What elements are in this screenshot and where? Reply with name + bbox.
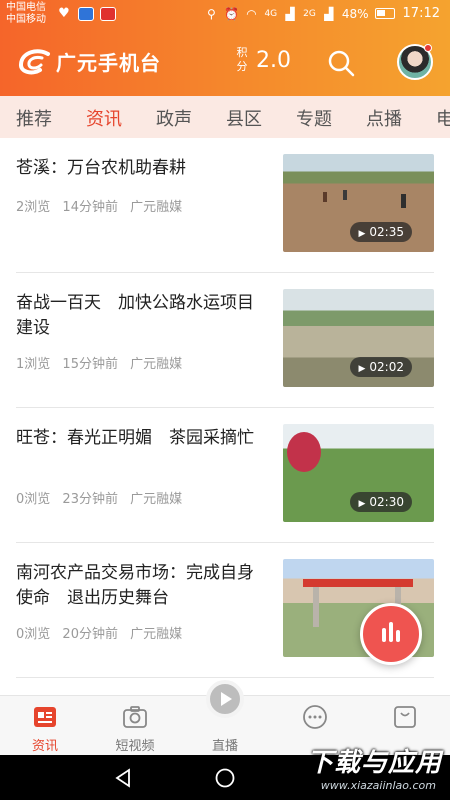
app-notification-icon — [78, 7, 94, 21]
view-count: 0浏览 — [16, 627, 51, 642]
heart-icon: ♥ — [58, 6, 70, 21]
notification-icons: ♥ — [56, 7, 116, 21]
news-source: 广元融媒 — [130, 357, 183, 372]
tab-vod[interactable]: 点播 — [366, 105, 402, 131]
location-icon: ⚲ — [207, 6, 216, 21]
tab-recommend[interactable]: 推荐 — [16, 105, 52, 131]
chat-icon — [303, 705, 327, 729]
video-thumbnail[interactable]: 02:30 — [283, 424, 434, 522]
view-count: 0浏览 — [16, 492, 51, 507]
app-header: 广元手机台 积分 2.0 — [0, 30, 450, 96]
audio-wave-icon — [382, 622, 400, 642]
news-meta: 2浏览 14分钟前 广元融媒 — [16, 196, 190, 215]
tab-tv[interactable]: 电 — [436, 105, 450, 131]
nav-short-video[interactable]: 短视频 — [90, 696, 180, 756]
publish-time: 14分钟前 — [62, 200, 118, 215]
news-meta: 0浏览 23分钟前 广元融媒 — [16, 488, 190, 507]
app-name: 广元手机台 — [56, 51, 161, 75]
news-meta: 0浏览 20分钟前 广元融媒 — [16, 623, 190, 642]
publish-time: 15分钟前 — [62, 357, 118, 372]
news-title: 南河农产品交易市场：完成自身使命 退出历史舞台 — [16, 563, 254, 608]
video-duration: 02:02 — [350, 357, 412, 377]
publish-time: 20分钟前 — [62, 627, 118, 642]
camera-icon — [123, 706, 147, 728]
points-display[interactable]: 积分 2.0 — [236, 46, 292, 74]
publish-time: 23分钟前 — [62, 492, 118, 507]
status-bar: 中国电信 中国移动 ♥ ⚲ ⏰ ◠ 4G ▟ 2G ▟ 48% 17:12 — [0, 0, 450, 30]
news-meta: 1浏览 15分钟前 广元融媒 — [16, 353, 190, 372]
tab-news[interactable]: 资讯 — [86, 105, 122, 131]
signal-icon: ▟ — [285, 6, 295, 21]
home-icon[interactable] — [214, 767, 236, 789]
list-item[interactable]: 奋战一百天 加快公路水运项目建设 1浏览 15分钟前 广元融媒 02:02 — [16, 273, 434, 408]
carrier-2: 中国移动 — [6, 14, 46, 25]
wifi-icon: ◠ — [246, 6, 257, 21]
notification-dot — [424, 44, 432, 52]
video-thumbnail[interactable]: 02:02 — [283, 289, 434, 387]
news-icon — [34, 707, 56, 727]
app-logo: 广元手机台 — [18, 47, 161, 76]
watermark-text: 下载与应用 — [306, 748, 442, 778]
back-icon[interactable] — [112, 767, 134, 789]
video-thumbnail[interactable]: 02:35 — [283, 154, 434, 252]
news-source: 广元融媒 — [130, 200, 183, 215]
tab-politics[interactable]: 政声 — [156, 105, 192, 131]
tab-county[interactable]: 县区 — [226, 105, 262, 131]
audio-float-button[interactable] — [360, 603, 422, 665]
nav-news[interactable]: 资讯 — [0, 696, 90, 756]
battery-icon — [374, 8, 395, 19]
nav-label: 直播 — [211, 739, 238, 754]
logo-icon — [19, 48, 50, 74]
list-item[interactable]: 旺苍：春光正明媚 茶园采摘忙 0浏览 23分钟前 广元融媒 02:30 — [16, 408, 434, 543]
search-icon[interactable] — [326, 48, 356, 78]
tab-special[interactable]: 专题 — [296, 105, 332, 131]
play-icon — [221, 692, 232, 706]
list-item[interactable]: 苍溪：万台农机助春耕 2浏览 14分钟前 广元融媒 02:35 — [16, 138, 434, 273]
watermark-url: www.xiazaiinlao.com — [320, 779, 436, 792]
video-duration: 02:35 — [350, 222, 412, 242]
app-notification-icon — [100, 7, 116, 21]
news-title: 旺苍：春光正明媚 茶园采摘忙 — [16, 428, 254, 448]
network-type-1: 4G — [264, 8, 278, 19]
system-status: ⚲ ⏰ ◠ 4G ▟ 2G ▟ 48% 17:12 — [204, 6, 440, 21]
news-source: 广元融媒 — [130, 492, 183, 507]
video-duration: 02:30 — [350, 492, 412, 512]
network-type-2: 2G — [303, 8, 316, 19]
nav-label: 资讯 — [31, 739, 58, 754]
news-source: 广元融媒 — [130, 627, 183, 642]
alarm-icon: ⏰ — [223, 6, 239, 21]
category-tabs: 推荐 资讯 政声 县区 专题 点播 电 — [0, 96, 450, 138]
points-value: 2.0 — [256, 47, 291, 73]
bag-icon — [394, 706, 416, 728]
carrier-info: 中国电信 中国移动 — [6, 2, 46, 26]
view-count: 1浏览 — [16, 357, 51, 372]
live-button[interactable] — [206, 680, 244, 718]
news-title: 苍溪：万台农机助春耕 — [16, 158, 186, 178]
clock: 17:12 — [402, 6, 440, 21]
points-label: 积分 — [236, 46, 248, 73]
news-title: 奋战一百天 加快公路水运项目建设 — [16, 293, 254, 338]
nav-label: 短视频 — [115, 739, 155, 754]
battery-percent: 48% — [341, 6, 369, 21]
view-count: 2浏览 — [16, 200, 51, 215]
carrier-1: 中国电信 — [6, 2, 46, 13]
signal-icon: ▟ — [324, 6, 334, 21]
